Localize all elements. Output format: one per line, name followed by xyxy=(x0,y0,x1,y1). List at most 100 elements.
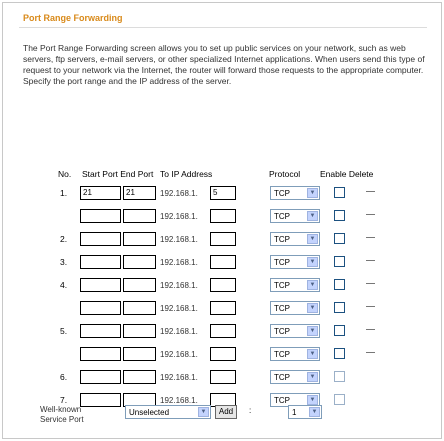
start-port-input[interactable]: 21 xyxy=(80,186,121,200)
delete-dash[interactable] xyxy=(366,191,375,192)
delete-dash[interactable] xyxy=(366,329,375,330)
start-port-input[interactable] xyxy=(80,232,121,246)
enable-checkbox[interactable] xyxy=(334,233,345,244)
start-port-input[interactable] xyxy=(80,324,121,338)
row-number: 3. xyxy=(60,257,68,267)
chevron-down-icon: ▼ xyxy=(307,257,318,267)
well-known-service-port-label: Well-known Service Port xyxy=(40,405,84,424)
ip-last-octet-input[interactable] xyxy=(210,324,236,338)
delete-dash[interactable] xyxy=(366,260,375,261)
end-port-input[interactable] xyxy=(123,232,156,246)
ip-last-octet-input[interactable] xyxy=(210,232,236,246)
start-port-input[interactable] xyxy=(80,370,121,384)
chevron-down-icon: ▼ xyxy=(307,280,318,290)
ip-prefix: 192.168.1. xyxy=(160,373,198,382)
delete-dash[interactable] xyxy=(366,283,375,284)
protocol-value: TCP xyxy=(274,281,290,290)
end-port-input[interactable] xyxy=(123,278,156,292)
protocol-select[interactable]: TCP ▼ xyxy=(270,347,320,361)
protocol-select[interactable]: TCP ▼ xyxy=(270,255,320,269)
chevron-down-icon: ▼ xyxy=(198,407,209,417)
start-port-input[interactable] xyxy=(80,301,121,315)
table-row: 4. 192.168.1. TCP ▼ xyxy=(0,275,444,297)
ip-last-octet-input[interactable] xyxy=(210,255,236,269)
end-port-input[interactable] xyxy=(123,209,156,223)
table-row: 192.168.1. TCP ▼ xyxy=(0,298,444,320)
protocol-select[interactable]: TCP ▼ xyxy=(270,301,320,315)
enable-checkbox[interactable] xyxy=(334,187,345,198)
header-start-end-port: Start Port End Port xyxy=(82,169,154,179)
ip-last-octet-input[interactable]: 5 xyxy=(210,186,236,200)
table-row: 2. 192.168.1. TCP ▼ xyxy=(0,229,444,251)
table-row: 6. 192.168.1. TCP ▼ xyxy=(0,367,444,389)
service-port-select[interactable]: Unselected ▼ xyxy=(125,405,211,419)
start-port-input[interactable] xyxy=(80,347,121,361)
table-row: 192.168.1. TCP ▼ xyxy=(0,344,444,366)
title-divider xyxy=(19,27,427,28)
header-enable-delete: Enable Delete xyxy=(320,169,374,179)
protocol-select[interactable]: TCP ▼ xyxy=(270,209,320,223)
service-port-value: Unselected xyxy=(129,408,170,417)
ip-last-octet-input[interactable] xyxy=(210,278,236,292)
ip-prefix: 192.168.1. xyxy=(160,212,198,221)
protocol-select[interactable]: TCP ▼ xyxy=(270,324,320,338)
end-port-input[interactable] xyxy=(123,370,156,384)
enable-checkbox[interactable] xyxy=(334,348,345,359)
protocol-value: TCP xyxy=(274,373,290,382)
protocol-select[interactable]: TCP ▼ xyxy=(270,370,320,384)
table-row: 1. 21 21 192.168.1. 5 TCP ▼ xyxy=(0,183,444,205)
delete-dash[interactable] xyxy=(366,214,375,215)
page-description: The Port Range Forwarding screen allows … xyxy=(23,43,425,86)
table-row: 3. 192.168.1. TCP ▼ xyxy=(0,252,444,274)
header-protocol: Protocol xyxy=(269,169,301,179)
chevron-down-icon: ▼ xyxy=(307,372,318,382)
enable-checkbox[interactable] xyxy=(334,256,345,267)
ip-last-octet-input[interactable] xyxy=(210,301,236,315)
end-port-input[interactable]: 21 xyxy=(123,186,156,200)
ip-prefix: 192.168.1. xyxy=(160,350,198,359)
rule-id-select[interactable]: 1 ▼ xyxy=(288,405,322,419)
header-number: No. xyxy=(58,169,72,179)
ip-prefix: 192.168.1. xyxy=(160,327,198,336)
protocol-value: TCP xyxy=(274,189,290,198)
chevron-down-icon: ▼ xyxy=(307,303,318,313)
end-port-input[interactable] xyxy=(123,301,156,315)
chevron-down-icon: ▼ xyxy=(307,349,318,359)
end-port-input[interactable] xyxy=(123,347,156,361)
table-row: 5. 192.168.1. TCP ▼ xyxy=(0,321,444,343)
enable-checkbox[interactable] xyxy=(334,371,345,382)
protocol-value: TCP xyxy=(274,258,290,267)
row-number: 2. xyxy=(60,234,68,244)
start-port-input[interactable] xyxy=(80,209,121,223)
ip-last-octet-input[interactable] xyxy=(210,209,236,223)
enable-checkbox[interactable] xyxy=(334,279,345,290)
ip-prefix: 192.168.1. xyxy=(160,189,198,198)
start-port-input[interactable] xyxy=(80,255,121,269)
protocol-value: TCP xyxy=(274,235,290,244)
page-title: Port Range Forwarding xyxy=(23,13,123,23)
protocol-select[interactable]: TCP ▼ xyxy=(270,278,320,292)
header-to-ip-address: To IP Address xyxy=(160,169,213,179)
ip-prefix: 192.168.1. xyxy=(160,235,198,244)
protocol-value: TCP xyxy=(274,350,290,359)
protocol-select[interactable]: TCP ▼ xyxy=(270,186,320,200)
row-number: 5. xyxy=(60,326,68,336)
enable-checkbox[interactable] xyxy=(334,210,345,221)
protocol-select[interactable]: TCP ▼ xyxy=(270,232,320,246)
ip-prefix: 192.168.1. xyxy=(160,258,198,267)
start-port-input[interactable] xyxy=(80,278,121,292)
chevron-down-icon: ▼ xyxy=(309,407,320,417)
end-port-input[interactable] xyxy=(123,255,156,269)
delete-dash[interactable] xyxy=(366,306,375,307)
ip-last-octet-input[interactable] xyxy=(210,370,236,384)
add-service-button[interactable]: Add xyxy=(215,405,237,419)
enable-checkbox[interactable] xyxy=(334,325,345,336)
end-port-input[interactable] xyxy=(123,324,156,338)
ip-last-octet-input[interactable] xyxy=(210,347,236,361)
row-number: 6. xyxy=(60,372,68,382)
chevron-down-icon: ▼ xyxy=(307,326,318,336)
delete-dash[interactable] xyxy=(366,352,375,353)
delete-dash[interactable] xyxy=(366,237,375,238)
enable-checkbox[interactable] xyxy=(334,302,345,313)
chevron-down-icon: ▼ xyxy=(307,211,318,221)
